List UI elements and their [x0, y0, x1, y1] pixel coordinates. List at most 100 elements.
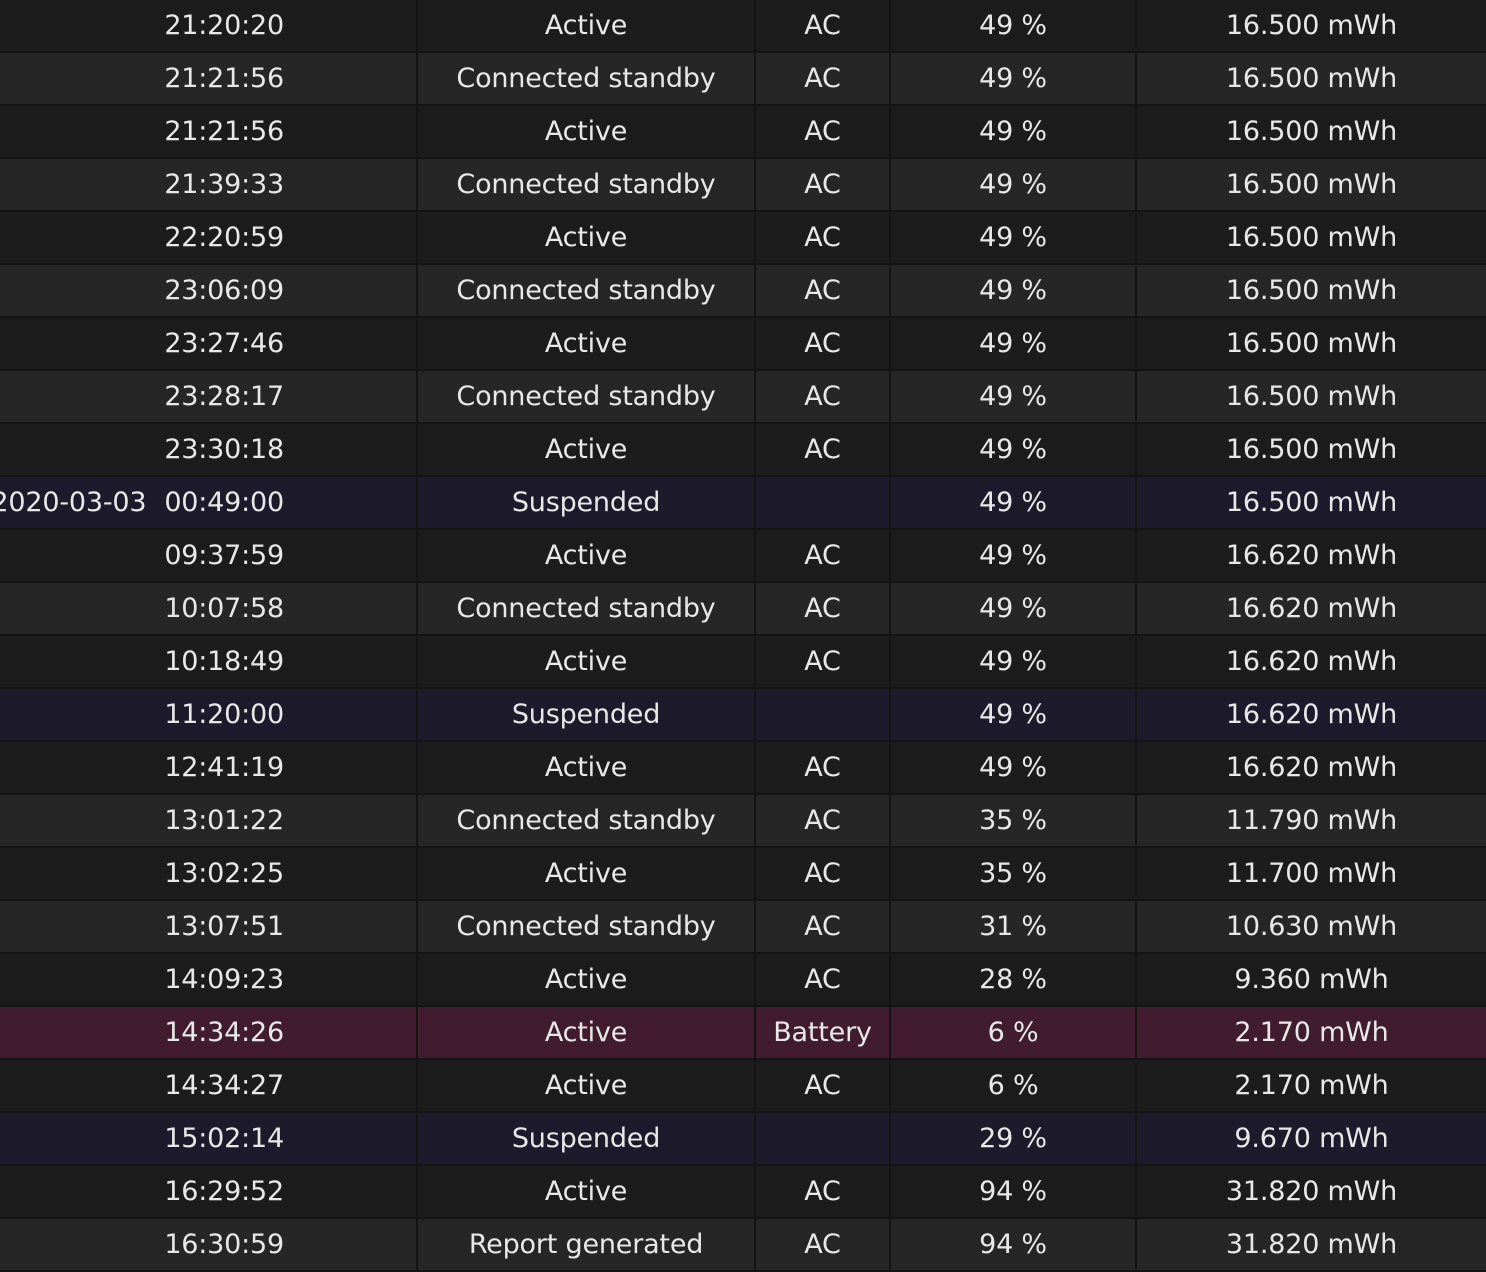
table-row: 21:39:33 Connected standby AC 49 % 16.500 mW…	[0, 158, 1486, 212]
cell-capacity-mwh: 2.170 mWh	[1136, 1006, 1486, 1060]
table-row: 15:02:14 Suspended 29 % 9.670 mWh	[0, 1112, 1486, 1166]
time-inner: 13:07:51	[10, 911, 406, 942]
cell-capacity-percent: 49 %	[890, 476, 1137, 530]
table-row: 23:27:46 Active AC 49 % 16.500 mWh	[0, 317, 1486, 371]
time-inner: 12:41:19	[10, 752, 406, 783]
time-inner: 10:18:49	[10, 646, 406, 677]
cell-capacity-percent: 94 %	[890, 1218, 1137, 1272]
cell-capacity-percent: 49 %	[890, 317, 1137, 371]
cell-source: AC	[755, 635, 891, 689]
cell-source: AC	[755, 953, 891, 1007]
cell-clock-label: 14:09:23	[164, 964, 284, 995]
cell-state: Active	[417, 1165, 756, 1219]
time-inner: 21:39:33	[10, 169, 406, 200]
cell-state: Report generated	[417, 1218, 756, 1272]
cell-clock-label: 10:07:58	[164, 593, 284, 624]
table-row: 13:01:22 Connected standby AC 35 % 11.790 mW…	[0, 794, 1486, 848]
cell-clock-label: 21:21:56	[164, 63, 284, 94]
cell-time: 12:41:19	[0, 741, 418, 795]
cell-source: AC	[755, 158, 891, 212]
cell-state: Active	[417, 953, 756, 1007]
cell-source: AC	[755, 741, 891, 795]
cell-capacity-percent: 49 %	[890, 52, 1137, 106]
cell-capacity-mwh: 16.500 mWh	[1136, 0, 1486, 53]
cell-clock-label: 21:21:56	[164, 116, 284, 147]
cell-capacity-percent: 49 %	[890, 423, 1137, 477]
time-inner: 23:27:46	[10, 328, 406, 359]
cell-source: AC	[755, 317, 891, 371]
cell-capacity-mwh: 16.500 mWh	[1136, 211, 1486, 265]
table-row: 09:37:59 Active AC 49 % 16.620 mWh	[0, 529, 1486, 583]
cell-clock-label: 23:30:18	[164, 434, 284, 465]
cell-capacity-percent: 49 %	[890, 0, 1137, 53]
cell-state: Active	[417, 0, 756, 53]
cell-capacity-percent: 35 %	[890, 847, 1137, 901]
table-row: 10:18:49 Active AC 49 % 16.620 mWh	[0, 635, 1486, 689]
cell-source: AC	[755, 1059, 891, 1113]
cell-state: Connected standby	[417, 370, 756, 424]
cell-state: Suspended	[417, 476, 756, 530]
cell-time: 23:06:09	[0, 264, 418, 318]
cell-capacity-mwh: 16.620 mWh	[1136, 741, 1486, 795]
cell-capacity-mwh: 11.790 mWh	[1136, 794, 1486, 848]
table-row: 13:07:51 Connected standby AC 31 % 10.630 mW…	[0, 900, 1486, 954]
time-inner: 21:21:56	[10, 116, 406, 147]
cell-capacity-mwh: 11.700 mWh	[1136, 847, 1486, 901]
table-row: 14:34:26 Active Battery 6 % 2.170 mWh	[0, 1006, 1486, 1060]
cell-source	[755, 688, 891, 742]
cell-state: Connected standby	[417, 52, 756, 106]
cell-source: AC	[755, 1218, 891, 1272]
cell-capacity-percent: 94 %	[890, 1165, 1137, 1219]
cell-time: 13:02:25	[0, 847, 418, 901]
time-inner: 23:06:09	[10, 275, 406, 306]
cell-clock-label: 23:28:17	[164, 381, 284, 412]
cell-state: Connected standby	[417, 582, 756, 636]
cell-state: Active	[417, 741, 756, 795]
cell-source: AC	[755, 582, 891, 636]
cell-capacity-mwh: 16.620 mWh	[1136, 635, 1486, 689]
cell-source: AC	[755, 211, 891, 265]
cell-clock-label: 00:49:00	[164, 487, 284, 518]
cell-capacity-percent: 6 %	[890, 1059, 1137, 1113]
cell-capacity-mwh: 9.670 mWh	[1136, 1112, 1486, 1166]
cell-state: Active	[417, 1006, 756, 1060]
table-row: 21:21:56 Active AC 49 % 16.500 mWh	[0, 105, 1486, 159]
cell-clock-label: 21:20:20	[164, 10, 284, 41]
cell-state: Active	[417, 317, 756, 371]
cell-state: Suspended	[417, 688, 756, 742]
table-row: 2020-03-03 00:49:00 Suspended 49 % 16.500 mW…	[0, 476, 1486, 530]
table-row: 21:21:56 Connected standby AC 49 % 16.500 mW…	[0, 52, 1486, 106]
table-row: 11:20:00 Suspended 49 % 16.620 mWh	[0, 688, 1486, 742]
cell-source: AC	[755, 529, 891, 583]
cell-time: 10:07:58	[0, 582, 418, 636]
time-inner: 23:28:17	[10, 381, 406, 412]
time-inner: 13:01:22	[10, 805, 406, 836]
cell-clock-label: 11:20:00	[164, 699, 284, 730]
cell-capacity-mwh: 9.360 mWh	[1136, 953, 1486, 1007]
cell-state: Connected standby	[417, 264, 756, 318]
cell-capacity-percent: 49 %	[890, 741, 1137, 795]
time-inner: 14:09:23	[10, 964, 406, 995]
table-row: 13:02:25 Active AC 35 % 11.700 mWh	[0, 847, 1486, 901]
cell-time: 23:30:18	[0, 423, 418, 477]
table-row: 23:28:17 Connected standby AC 49 % 16.500 mW…	[0, 370, 1486, 424]
cell-capacity-percent: 29 %	[890, 1112, 1137, 1166]
cell-capacity-percent: 49 %	[890, 635, 1137, 689]
table-row: 14:09:23 Active AC 28 % 9.360 mWh	[0, 953, 1486, 1007]
cell-clock-label: 22:20:59	[164, 222, 284, 253]
cell-source: AC	[755, 794, 891, 848]
cell-time: 21:20:20	[0, 0, 418, 53]
time-inner: 10:07:58	[10, 593, 406, 624]
cell-clock-label: 16:29:52	[164, 1176, 284, 1207]
cell-state: Active	[417, 105, 756, 159]
cell-time: 13:07:51	[0, 900, 418, 954]
cell-time: 14:34:27	[0, 1059, 418, 1113]
table-row: 23:06:09 Connected standby AC 49 % 16.500 mW…	[0, 264, 1486, 318]
time-inner: 2020-03-03 00:49:00	[0, 487, 406, 518]
cell-state: Active	[417, 1059, 756, 1113]
cell-capacity-percent: 28 %	[890, 953, 1137, 1007]
cell-time: 14:34:26	[0, 1006, 418, 1060]
table-row: 12:41:19 Active AC 49 % 16.620 mWh	[0, 741, 1486, 795]
cell-clock-label: 14:34:26	[164, 1017, 284, 1048]
cell-source: Battery	[755, 1006, 891, 1060]
